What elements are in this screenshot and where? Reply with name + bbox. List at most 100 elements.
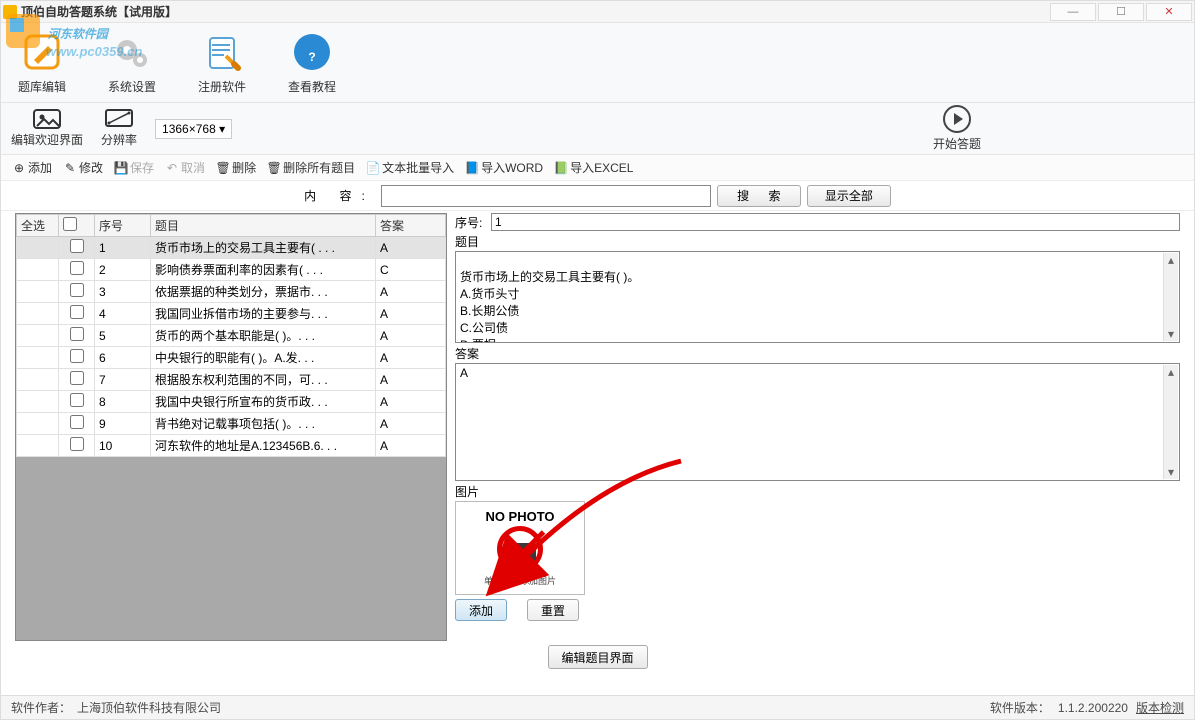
topic-textarea[interactable]: 货币市场上的交易工具主要有( )。 A.货币头寸 B.长期公债 C.公司债 D.… [455,251,1180,343]
cell-seq: 3 [95,281,151,303]
table-row[interactable]: 3依据票据的种类划分，票据市. . .A [17,281,446,303]
window-title: 顶伯自助答题系统【试用版】 [21,3,177,20]
action-import-excel[interactable]: 📗导入EXCEL [555,159,633,176]
resolution-button[interactable]: 分辨率 [101,109,137,148]
minimize-button[interactable]: — [1050,3,1096,21]
col-answer[interactable]: 答案 [376,215,446,237]
search-button[interactable]: 搜 索 [717,185,801,207]
action-cancel: ↶取消 [166,159,205,176]
row-checkbox[interactable] [70,261,84,275]
version-value: 1.1.2.200220 [1058,701,1128,715]
plus-circle-icon: ⊕ [13,162,25,174]
search-label: 内 容: [304,187,375,204]
table-row[interactable]: 5货币的两个基本职能是( )。. . .A [17,325,446,347]
answer-textarea[interactable]: A ▴▾ [455,363,1180,481]
start-answer-label: 开始答题 [730,135,1184,152]
action-label: 导入EXCEL [570,159,633,176]
row-checkbox[interactable] [70,305,84,319]
action-label: 修改 [79,159,103,176]
row-checkbox[interactable] [70,393,84,407]
app-icon [3,5,17,19]
answer-text: A [460,366,468,380]
resolution-value: 1366×768 [162,122,216,136]
image-add-button[interactable]: 添加 [455,599,507,621]
cell-seq: 10 [95,435,151,457]
image-reset-button[interactable]: 重置 [527,599,579,621]
ribbon-view-tutorial[interactable]: ? 查看教程 [281,30,343,95]
image-block: NO PHOTO 单击右键添加图片 添加 重置 [455,501,1180,621]
table-row[interactable]: 4我国同业拆借市场的主要参与. . .A [17,303,446,325]
version-check-link[interactable]: 版本检测 [1136,699,1184,716]
scrollbar-vertical[interactable]: ▴▾ [1163,365,1178,479]
maximize-button[interactable]: ☐ [1098,3,1144,21]
seq-input[interactable] [491,213,1180,231]
chevron-down-icon: ▾ [219,122,225,136]
table-row[interactable]: 7根据股东权利范围的不同，可. . .A [17,369,446,391]
no-photo-tip: 单击右键添加图片 [484,574,556,587]
help-icon: ? [290,30,334,74]
col-topic[interactable]: 题目 [151,215,376,237]
pencil-square-icon: ✎ [64,162,76,174]
col-select-all[interactable]: 全选 [17,215,59,237]
image-placeholder[interactable]: NO PHOTO 单击右键添加图片 [455,501,585,595]
action-batch-import[interactable]: 📄文本批量导入 [367,159,454,176]
action-bar: ⊕添加 ✎修改 💾保存 ↶取消 🗑删除 🗑删除所有题目 📄文本批量导入 📘导入W… [1,155,1194,181]
table-row[interactable]: 6中央银行的职能有( )。A.发. . .A [17,347,446,369]
col-select-chk[interactable] [59,215,95,237]
search-input[interactable] [381,185,711,207]
select-all-checkbox[interactable] [63,217,77,231]
col-seq[interactable]: 序号 [95,215,151,237]
edit-welcome-button[interactable]: 编辑欢迎界面 [11,109,83,148]
answer-label: 答案 [455,345,1180,361]
close-button[interactable]: ✕ [1146,3,1192,21]
cell-answer: A [376,325,446,347]
grid-empty-area [16,457,446,640]
cell-seq: 8 [95,391,151,413]
row-checkbox[interactable] [70,415,84,429]
save-icon: 💾 [115,162,127,174]
action-add[interactable]: ⊕添加 [13,159,52,176]
edit-page-button[interactable]: 编辑题目界面 [548,645,648,669]
question-grid[interactable]: 全选 序号 题目 答案 1货币市场上的交易工具主要有( . . .A2影响债券票… [16,214,446,457]
cell-seq: 9 [95,413,151,435]
cell-answer: A [376,303,446,325]
ribbon-label: 系统设置 [101,78,163,95]
cell-topic: 河东软件的地址是A.123456B.6. . . [151,435,376,457]
cell-answer: A [376,369,446,391]
row-checkbox[interactable] [70,371,84,385]
row-checkbox[interactable] [70,283,84,297]
table-row[interactable]: 2影响债券票面利率的因素有( . . .C [17,259,446,281]
cell-answer: A [376,435,446,457]
scrollbar-vertical[interactable]: ▴▾ [1163,253,1178,341]
version-label: 软件版本： [990,699,1050,716]
ribbon-register-software[interactable]: 注册软件 [191,30,253,95]
excel-icon: 📗 [555,162,567,174]
action-import-word[interactable]: 📘导入WORD [466,159,543,176]
action-label: 保存 [130,159,154,176]
cell-answer: A [376,281,446,303]
row-checkbox[interactable] [70,349,84,363]
table-row[interactable]: 10河东软件的地址是A.123456B.6. . .A [17,435,446,457]
ribbon-label: 注册软件 [191,78,253,95]
row-checkbox[interactable] [70,437,84,451]
row-checkbox[interactable] [70,327,84,341]
cell-topic: 影响债券票面利率的因素有( . . . [151,259,376,281]
cell-topic: 背书绝对记载事项包括( )。. . . [151,413,376,435]
show-all-button[interactable]: 显示全部 [807,185,891,207]
cell-seq: 4 [95,303,151,325]
ribbon-question-bank-edit[interactable]: 题库编辑 [11,30,73,95]
toolbar-secondary: 编辑欢迎界面 分辨率 1366×768 ▾ 开始答题 [1,103,1194,155]
ribbon-system-settings[interactable]: 系统设置 [101,30,163,95]
table-row[interactable]: 8我国中央银行所宣布的货币政. . .A [17,391,446,413]
action-modify[interactable]: ✎修改 [64,159,103,176]
detail-panel: 序号: 题目 货币市场上的交易工具主要有( )。 A.货币头寸 B.长期公债 C… [447,213,1180,641]
table-row[interactable]: 9背书绝对记载事项包括( )。. . .A [17,413,446,435]
table-row[interactable]: 1货币市场上的交易工具主要有( . . .A [17,237,446,259]
cell-topic: 我国中央银行所宣布的货币政. . . [151,391,376,413]
no-photo-text: NO PHOTO [485,509,554,524]
start-answer-button[interactable]: 开始答题 [730,105,1184,152]
resolution-select[interactable]: 1366×768 ▾ [155,119,232,139]
action-delete[interactable]: 🗑删除 [217,159,256,176]
row-checkbox[interactable] [70,239,84,253]
action-delete-all[interactable]: 🗑删除所有题目 [268,159,355,176]
